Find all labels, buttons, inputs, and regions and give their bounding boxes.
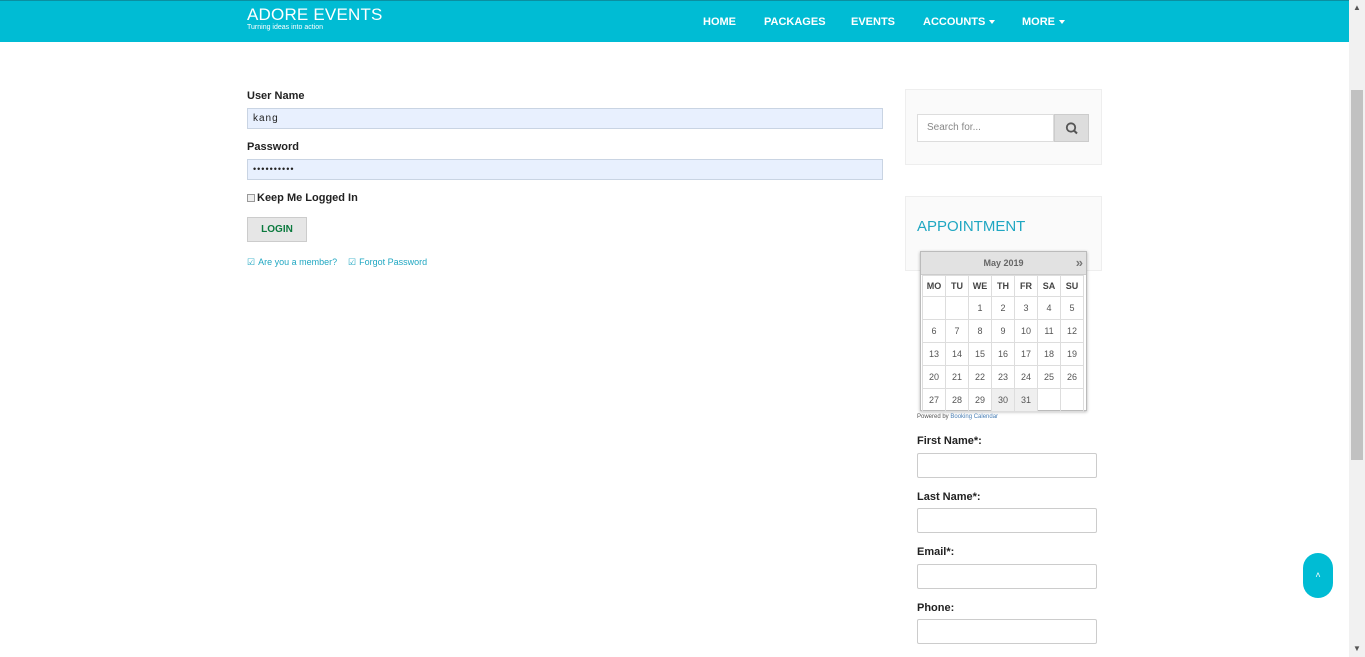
phone-label: Phone: (917, 602, 955, 614)
first-name-field[interactable] (917, 453, 1097, 478)
back-to-top-button[interactable]: ˄ (1303, 553, 1333, 598)
calendar-day (1060, 388, 1084, 412)
login-button[interactable]: LOGIN (247, 217, 307, 242)
email-label: Email*: (917, 546, 955, 558)
search-icon (1065, 122, 1078, 135)
username-label: User Name (247, 90, 305, 102)
caret-down-icon (989, 20, 996, 25)
weekday-label: SU (1060, 275, 1084, 297)
weekday-label: MO (922, 275, 946, 297)
calendar-day[interactable]: 1 (968, 296, 992, 320)
calendar-day[interactable]: 6 (922, 319, 946, 343)
member-link-label: Are you a member? (258, 257, 338, 267)
forgot-password-label: Forgot Password (359, 257, 428, 267)
remember-label[interactable]: Keep Me Logged In (257, 192, 358, 204)
member-link[interactable]: ☑ Are you a member? (247, 257, 337, 268)
calendar-day[interactable]: 10 (1014, 319, 1038, 343)
calendar-grid: MO TU WE TH FR SA SU 1 2 3 4 5 6 7 8 9 1… (922, 275, 1084, 412)
nav-packages[interactable]: PACKAGES (764, 16, 826, 28)
weekday-label: TU (945, 275, 969, 297)
username-input[interactable]: kang (247, 108, 883, 129)
email-field[interactable] (917, 564, 1097, 589)
calendar-day[interactable]: 2 (991, 296, 1015, 320)
search-button[interactable] (1054, 114, 1089, 142)
powered-by: Powered by Booking Calendar (917, 414, 998, 420)
check-square-icon: ☑ (348, 257, 357, 267)
caret-down-icon (1059, 20, 1065, 25)
check-square-icon: ☑ (247, 257, 256, 267)
calendar-month: May 2019 (983, 258, 1024, 268)
calendar-day[interactable]: 20 (922, 365, 946, 389)
password-label: Password (247, 141, 299, 153)
calendar-day[interactable]: 23 (991, 365, 1015, 389)
calendar-next-icon[interactable]: » (1076, 252, 1083, 274)
booking-calendar: May 2019 » MO TU WE TH FR SA SU 1 2 3 4 … (920, 251, 1087, 412)
calendar-day[interactable]: 4 (1037, 296, 1061, 320)
calendar-day[interactable]: 3 (1014, 296, 1038, 320)
scroll-down-icon[interactable]: ▼ (1349, 641, 1365, 657)
calendar-day[interactable]: 25 (1037, 365, 1061, 389)
scrollbar[interactable]: ▲ ▼ (1349, 0, 1365, 657)
calendar-day[interactable]: 11 (1037, 319, 1061, 343)
calendar-day[interactable]: 22 (968, 365, 992, 389)
weekday-label: FR (1014, 275, 1038, 297)
chevron-up-icon: ˄ (1315, 570, 1321, 580)
nav-more-label: MORE (1022, 16, 1055, 28)
calendar-day[interactable]: 27 (922, 388, 946, 412)
calendar-day (922, 296, 946, 320)
scroll-up-icon[interactable]: ▲ (1349, 0, 1365, 16)
first-name-label: First Name*: (917, 435, 982, 447)
brand-name: ADORE EVENTS (247, 5, 383, 24)
phone-field[interactable] (917, 619, 1097, 644)
last-name-field[interactable] (917, 508, 1097, 533)
calendar-day[interactable]: 12 (1060, 319, 1084, 343)
calendar-day[interactable]: 19 (1060, 342, 1084, 366)
calendar-day[interactable]: 8 (968, 319, 992, 343)
navbar: ADORE EVENTS Turning ideas into action H… (0, 0, 1349, 42)
weekday-label: WE (968, 275, 992, 297)
appointment-title: APPOINTMENT (917, 218, 1026, 235)
calendar-day[interactable]: 24 (1014, 365, 1038, 389)
calendar-day[interactable]: 30 (991, 388, 1015, 412)
nav-accounts[interactable]: ACCOUNTS (923, 16, 996, 28)
calendar-day (945, 296, 969, 320)
nav-accounts-label: ACCOUNTS (923, 16, 986, 28)
nav-events[interactable]: EVENTS (851, 16, 895, 28)
scroll-thumb[interactable] (1351, 90, 1363, 460)
nav-home[interactable]: HOME (703, 16, 736, 28)
weekday-label: SA (1037, 275, 1061, 297)
calendar-day[interactable]: 14 (945, 342, 969, 366)
calendar-day[interactable]: 28 (945, 388, 969, 412)
search-input[interactable]: Search for... (917, 114, 1054, 142)
calendar-day (1037, 388, 1061, 412)
last-name-label: Last Name*: (917, 491, 981, 503)
powered-prefix: Powered by (917, 414, 949, 420)
forgot-password-link[interactable]: ☑ Forgot Password (348, 257, 427, 268)
calendar-day[interactable]: 26 (1060, 365, 1084, 389)
nav-more[interactable]: MORE (1022, 16, 1065, 28)
remember-checkbox[interactable] (247, 194, 255, 202)
weekday-label: TH (991, 275, 1015, 297)
calendar-day[interactable]: 16 (991, 342, 1015, 366)
calendar-day[interactable]: 21 (945, 365, 969, 389)
calendar-day[interactable]: 13 (922, 342, 946, 366)
calendar-header: May 2019 » (921, 252, 1086, 275)
password-input[interactable]: •••••••••• (247, 159, 883, 180)
brand[interactable]: ADORE EVENTS Turning ideas into action (247, 6, 383, 32)
brand-tagline: Turning ideas into action (247, 24, 324, 31)
calendar-day[interactable]: 31 (1014, 388, 1038, 412)
calendar-day[interactable]: 15 (968, 342, 992, 366)
calendar-day[interactable]: 17 (1014, 342, 1038, 366)
calendar-day[interactable]: 9 (991, 319, 1015, 343)
calendar-day[interactable]: 5 (1060, 296, 1084, 320)
calendar-day[interactable]: 18 (1037, 342, 1061, 366)
calendar-day[interactable]: 29 (968, 388, 992, 412)
booking-calendar-link[interactable]: Booking Calendar (950, 414, 998, 420)
calendar-day[interactable]: 7 (945, 319, 969, 343)
